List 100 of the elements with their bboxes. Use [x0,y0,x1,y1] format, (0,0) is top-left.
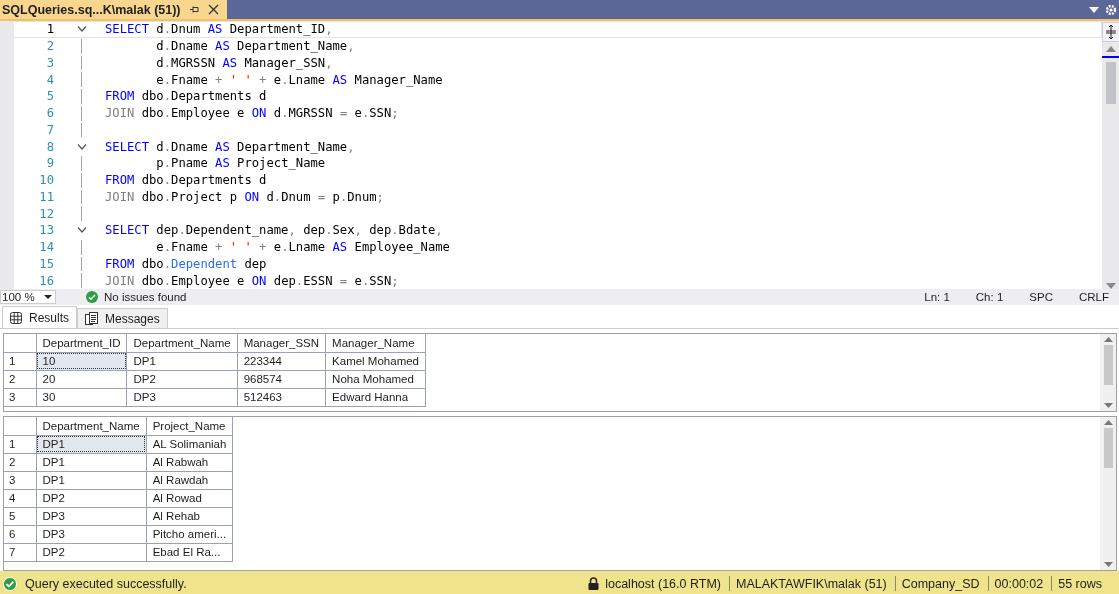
scrollbar-thumb[interactable] [1103,428,1113,468]
row-number[interactable]: 2 [4,370,36,388]
results-tab[interactable]: Results [2,306,77,328]
scroll-up-icon[interactable] [1103,337,1113,342]
column-header[interactable]: Department_Name [127,334,238,352]
table-cell[interactable]: AL Solimaniah [146,435,233,453]
code-line: FROM dbo.Departments d [105,89,267,104]
column-header[interactable]: Manager_SSN [237,334,326,352]
document-icon [85,311,98,326]
line-number: 7 [45,122,55,137]
table-cell[interactable]: 20 [36,370,127,388]
collapse-icon[interactable] [76,143,87,150]
table-cell[interactable]: Noha Mohamed [325,370,426,388]
line-number: 5 [45,89,55,104]
database-name: Company_SD [901,576,980,591]
status-message: Query executed successfully. [25,576,187,591]
column-header[interactable]: Department_ID [36,334,127,352]
column-indicator: Ch: 1 [975,291,1004,303]
code-line: d.MGRSSN AS Manager_SSN, [155,55,333,70]
table-cell[interactable]: Al Rehab [146,507,233,525]
line-number: 13 [38,223,55,238]
table-cell[interactable]: DP2 [36,543,147,561]
line-number: 2 [45,39,55,54]
lock-icon [588,577,600,590]
row-number[interactable]: 1 [4,352,36,370]
line-ending-indicator: CRLF [1078,291,1109,303]
code-line: SELECT dep.Dependent_name, dep.Sex, dep.Bdate, [105,223,443,238]
scroll-down-icon[interactable] [1103,562,1113,567]
caret-icon[interactable] [44,295,52,299]
line-number: 16 [38,273,55,288]
table-cell[interactable]: DP1 [127,352,238,370]
scroll-up-icon[interactable] [1103,420,1113,425]
line-number: 9 [45,156,55,171]
row-number[interactable]: 5 [4,507,36,525]
row-number[interactable]: 4 [4,489,36,507]
line-number: 15 [38,256,55,271]
grid-icon [10,311,22,324]
table-cell[interactable]: DP2 [127,370,238,388]
line-number: 6 [45,106,55,121]
row-number[interactable]: 3 [4,388,36,406]
indent-indicator: SPC [1029,291,1053,303]
table-cell[interactable]: DP1 [36,471,147,489]
table-cell[interactable]: Al Rowad [146,489,233,507]
row-number[interactable]: 2 [4,453,36,471]
close-icon[interactable] [207,4,219,15]
table-cell[interactable]: Kamel Mohamed [325,352,426,370]
table-cell[interactable]: DP3 [36,525,147,543]
scroll-down-icon[interactable] [1103,403,1113,408]
scrollbar-thumb[interactable] [1105,62,1116,104]
table-cell[interactable]: DP3 [36,507,147,525]
results-tab[interactable]: Messages [77,308,168,328]
line-number: 4 [45,72,55,87]
row-number[interactable]: 7 [4,543,36,561]
table-cell[interactable]: Al Rabwah [146,453,233,471]
document-tab[interactable]: SQLQueries.sq...K\malak (51)) [0,0,227,19]
scroll-up-icon[interactable] [1105,46,1116,52]
code-line: p.Pname AS Project_Name [155,156,326,171]
table-cell[interactable]: DP2 [36,489,147,507]
table-cell[interactable]: 512463 [237,388,326,406]
row-number[interactable]: 3 [4,471,36,489]
table-cell[interactable]: Pitcho ameri... [146,525,233,543]
table-cell[interactable]: Edward Hanna [325,388,426,406]
table-cell[interactable]: DP3 [127,388,238,406]
line-indicator: Ln: 1 [924,291,950,303]
line-number: 8 [45,139,55,154]
code-line: FROM dbo.Dependent dep [105,256,267,271]
pin-icon[interactable] [188,4,200,15]
settings-icon[interactable] [1105,3,1117,16]
row-number[interactable]: 1 [4,435,36,453]
code-line: e.Fname + ' ' + e.Lname AS Manager_Name [155,72,443,87]
code-line: JOIN dbo.Project p ON d.Dnum = p.Dnum; [105,189,384,204]
user-name: MALAKTAWFIK\malak (51) [736,576,887,591]
collapse-icon[interactable] [76,26,87,33]
line-number: 10 [38,173,55,188]
code-line: FROM dbo.Departments d [105,173,267,188]
dropdown-icon[interactable] [1089,6,1099,13]
line-number: 14 [38,240,55,255]
table-cell[interactable]: Al Rawdah [146,471,233,489]
table-cell[interactable]: 223344 [237,352,326,370]
line-number: 3 [45,55,55,70]
issues-text: No issues found [104,291,187,303]
code-line: d.Dname AS Department_Name, [155,39,355,54]
zoom-dropdown[interactable]: 100 % [0,290,56,304]
code-line: SELECT d.Dname AS Department_Name, [105,139,355,154]
column-header[interactable]: Department_Name [36,417,147,435]
check-icon [3,576,17,591]
scrollbar-thumb[interactable] [1103,345,1113,385]
column-header[interactable]: Project_Name [146,417,233,435]
column-header[interactable]: Manager_Name [325,334,426,352]
row-number[interactable]: 6 [4,525,36,543]
server-name: localhost (16.0 RTM) [605,576,721,591]
code-line: JOIN dbo.Employee e ON dep.ESSN = e.SSN; [105,273,399,288]
collapse-icon[interactable] [76,227,87,234]
line-number: 12 [38,206,55,221]
table-cell[interactable]: Ebad El Ra... [146,543,233,561]
table-cell[interactable]: 30 [36,388,127,406]
line-number: 11 [38,189,55,204]
table-cell[interactable]: DP1 [36,453,147,471]
table-cell[interactable]: 968574 [237,370,326,388]
line-number: 1 [45,22,55,37]
